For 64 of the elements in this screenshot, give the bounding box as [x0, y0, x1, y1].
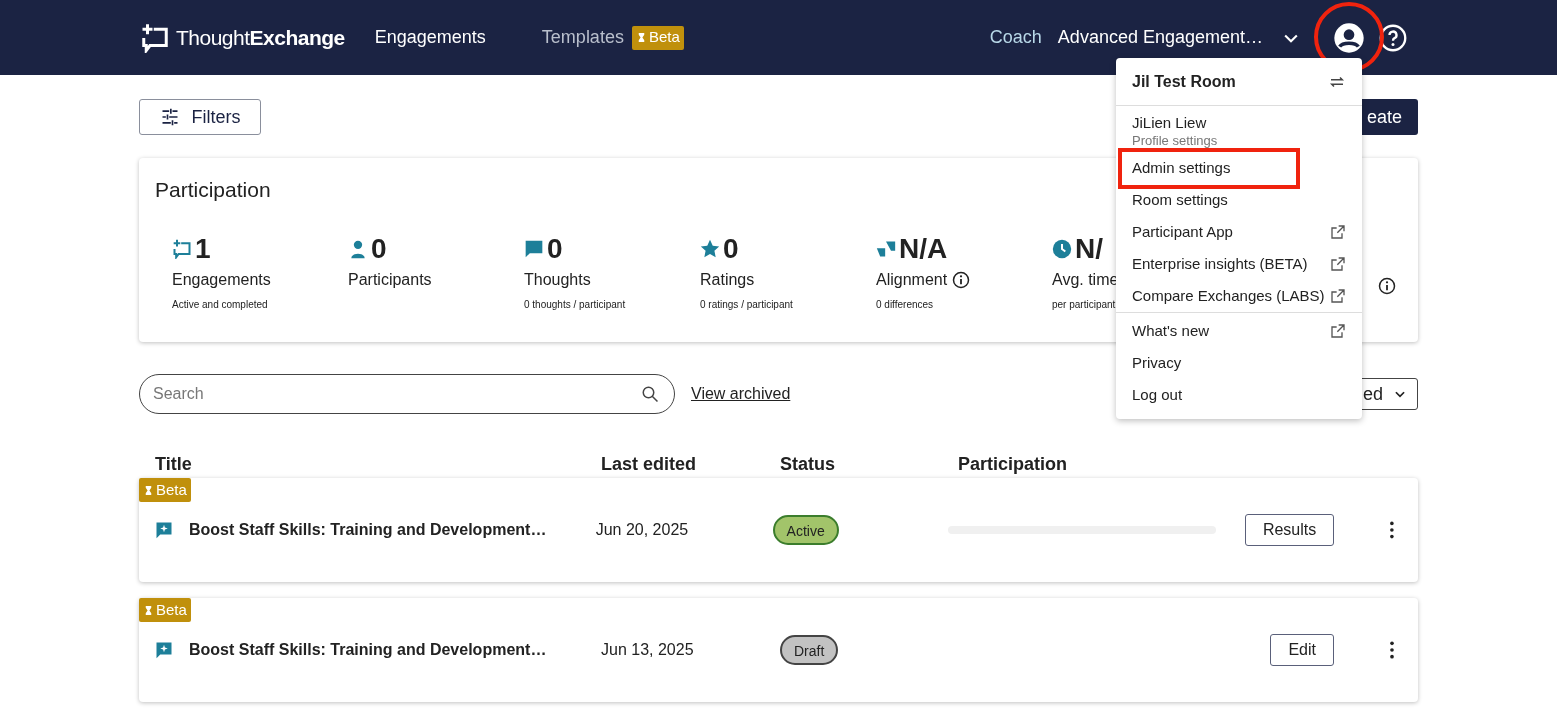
status-badge: Draft	[780, 635, 839, 665]
beta-label: Beta	[156, 599, 187, 620]
engagement-row[interactable]: Beta Boost Staff Skills: Training and Development… Jun 13, 2025 Draft Edit	[139, 598, 1418, 702]
column-header: Last edited	[601, 452, 698, 476]
room-name: Jil Test Room	[1132, 71, 1236, 92]
menu-item[interactable]: JiLien Liew Profile settings	[1116, 112, 1362, 152]
hourglass-icon	[143, 603, 154, 617]
date-text: Jun 20, 2025	[595, 520, 690, 540]
engagement-title[interactable]: Boost Staff Skills: Training and Development…	[189, 638, 547, 662]
hourglass-icon	[143, 483, 154, 497]
stat-note: 0 thoughts / participant	[524, 297, 626, 312]
filters-button[interactable]: Filters	[139, 99, 261, 135]
menu-item[interactable]: Enterprise insights (BETA)	[1116, 248, 1362, 280]
menu-item[interactable]: Participant App	[1116, 216, 1362, 248]
stat-label: Ratings	[700, 269, 755, 290]
engagement-title[interactable]: Boost Staff Skills: Training and Development…	[189, 518, 547, 542]
stat-value: 0	[371, 233, 387, 264]
stat-label: Engagements	[172, 269, 271, 290]
beta-label: Beta	[156, 479, 187, 500]
menu-item[interactable]: Privacy	[1116, 347, 1362, 379]
sparkle-bubble-icon	[155, 641, 173, 659]
engagement-row[interactable]: Beta Boost Staff Skills: Training and Development… Jun 20, 2025 Active Results	[139, 478, 1418, 582]
menu-item[interactable]: What's new	[1116, 315, 1362, 347]
beta-label: Beta	[648, 27, 680, 48]
nav-link[interactable]: Templates	[541, 24, 624, 51]
logo-text[interactable]: ThoughtExchange	[176, 21, 345, 54]
coach-link[interactable]: Coach	[989, 24, 1042, 51]
star-icon	[700, 238, 720, 259]
stat-label: Alignment	[876, 269, 948, 290]
column-header: Title	[154, 452, 193, 476]
menu-item[interactable]: Compare Exchanges (LABS)	[1116, 280, 1362, 312]
stat-value: 1	[195, 233, 211, 264]
action-button[interactable]: Edit	[1270, 634, 1334, 666]
menu-item[interactable]: Log out	[1116, 379, 1362, 411]
stat-note: 0 differences	[876, 297, 934, 312]
stat-note: per participant	[1052, 297, 1116, 312]
stat-value: 0	[547, 233, 563, 264]
action-button[interactable]: Results	[1244, 514, 1335, 546]
clock-icon	[1052, 238, 1072, 259]
menu-item[interactable]: Room settings	[1116, 184, 1362, 216]
sparkle-bubble-icon	[155, 521, 173, 539]
status-badge: Active	[772, 515, 839, 545]
stat-note: 0 ratings / participant	[700, 297, 793, 312]
date-text: Jun 13, 2025	[601, 640, 695, 660]
speech-bubble-icon	[524, 238, 544, 259]
column-header: Participation	[958, 452, 1069, 476]
search-field[interactable]: Search	[139, 374, 675, 414]
room-picker[interactable]: Advanced Engagement…	[1057, 24, 1263, 51]
stat-value: 0	[723, 233, 739, 264]
view-archived-link[interactable]: View archived	[691, 382, 791, 406]
card-title: Participation	[155, 177, 271, 203]
logo-icon	[140, 22, 170, 53]
stat-label: Participants	[348, 269, 432, 290]
search-icon	[641, 385, 659, 403]
column-header: Status	[780, 452, 836, 476]
person-icon	[348, 238, 368, 259]
stat-note: Active and completed	[172, 297, 268, 312]
engagement-icon	[172, 238, 192, 259]
account-icon[interactable]	[1333, 21, 1365, 54]
menu-item[interactable]: Admin settings	[1116, 152, 1362, 184]
stat-label: Thoughts	[524, 269, 591, 290]
stat-value: N/A	[899, 233, 948, 264]
stat-value: N/	[1075, 233, 1103, 264]
nav-link[interactable]: Engagements	[374, 24, 486, 51]
